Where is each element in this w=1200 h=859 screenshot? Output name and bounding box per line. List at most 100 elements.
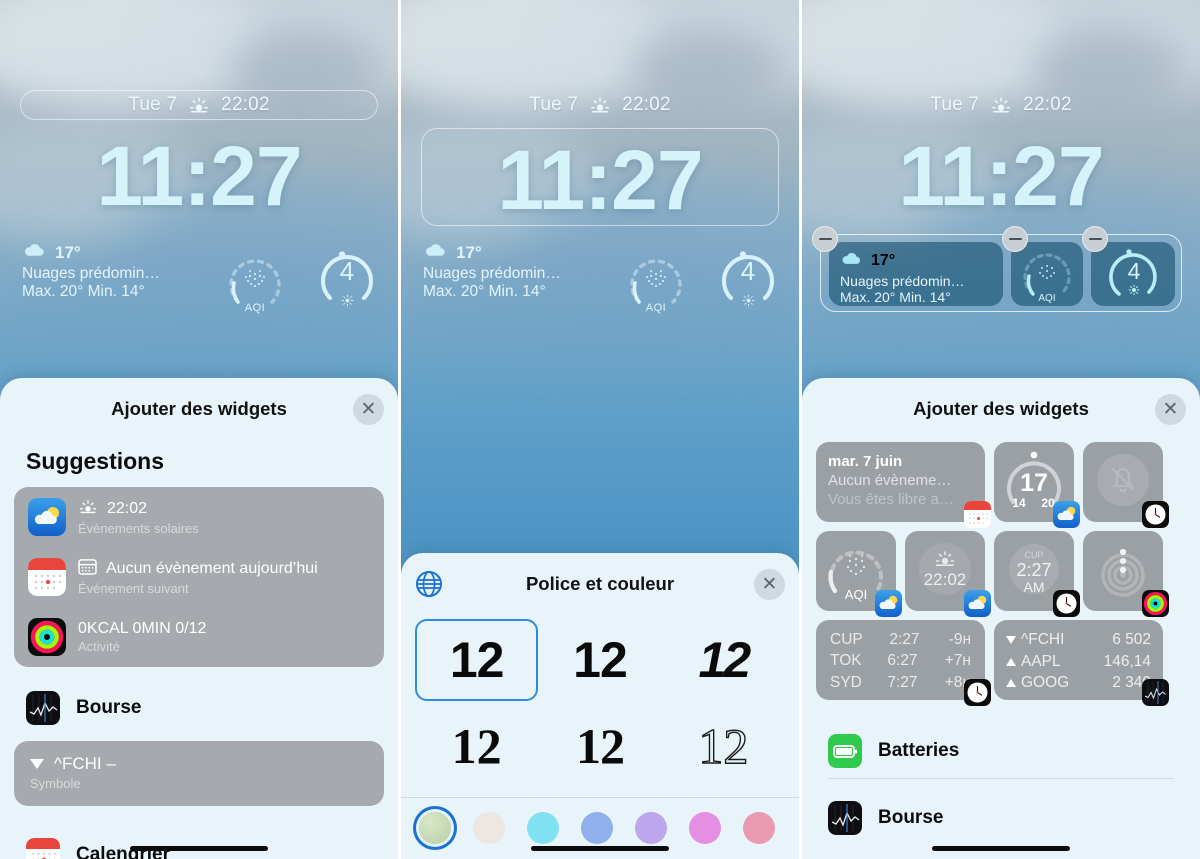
table-row: SYD 7:27 +8н: [830, 673, 971, 691]
close-icon[interactable]: ✕: [353, 394, 384, 425]
triangle-down-icon: [30, 759, 44, 769]
calendar-app-icon: [28, 558, 66, 596]
gallery-widget-sunrise[interactable]: 22:02: [905, 531, 991, 617]
gallery-widget-calendar[interactable]: mar. 7 juin Aucun évèneme… Vous êtes lib…: [816, 442, 991, 528]
gallery-widget-silent-mode[interactable]: [1083, 442, 1169, 528]
gallery-widget-world-clock-list[interactable]: CUP 2:27 -9н TOK 6:27 +7н SYD 7:27 +8н: [816, 620, 991, 706]
color-swatch[interactable]: [689, 812, 721, 844]
sunrise-time-value: 22:02: [924, 570, 967, 589]
close-icon[interactable]: ✕: [1155, 394, 1186, 425]
gallery-widget-temp-ring[interactable]: 17 14 20: [994, 442, 1080, 528]
triangle-up-icon: [1006, 657, 1016, 666]
sheet-title: Ajouter des widgets: [913, 398, 1089, 419]
home-indicator: [932, 846, 1070, 851]
sunrise-time-label: 22:02: [1023, 94, 1072, 115]
uv-widget[interactable]: 4: [717, 246, 779, 308]
suggestions-card: 22:02 Évènements solaires Aucun évènemen…: [14, 487, 384, 667]
weather-app-icon: [28, 498, 66, 536]
suggestions-heading: Suggestions: [26, 448, 165, 474]
date-pill[interactable]: Tue 7 22:02: [20, 90, 378, 120]
close-icon[interactable]: ✕: [754, 569, 785, 600]
color-swatch[interactable]: [473, 812, 505, 844]
remove-widget-button[interactable]: [1002, 226, 1028, 252]
date-pill[interactable]: Tue 7 22:02: [822, 90, 1180, 120]
app-row-batteries[interactable]: Batteries: [802, 724, 1200, 778]
suggestion-secondary: Événement suivant: [78, 581, 189, 596]
uv-widget[interactable]: 4: [316, 246, 378, 308]
font-option[interactable]: 12: [538, 619, 661, 701]
color-swatch-row: [401, 797, 799, 844]
sunrise-icon: [589, 96, 611, 114]
color-swatch[interactable]: [743, 812, 775, 844]
font-option[interactable]: 12: [662, 705, 785, 787]
list-item[interactable]: Aucun évènement aujourd’hui Événement su…: [14, 547, 384, 607]
gallery-widget-stocks-list[interactable]: ^FCHI 6 502 AAPL 146,14 GOOG 2 340: [994, 620, 1169, 706]
three-phone-screenshot-strip: Tue 7 22:02 11:27 17° Nuages prédomin… M…: [0, 0, 1200, 859]
aqi-widget[interactable]: AQI: [224, 250, 286, 314]
stock-symbol: ^FCHI –: [54, 754, 116, 773]
app-row-calendrier[interactable]: Calendrier: [0, 828, 398, 859]
gallery-widget-world-clock[interactable]: CUP 2:27 AM: [994, 531, 1080, 617]
weather-widget[interactable]: 17° Nuages prédomin… Max. 20° Min. 14°: [423, 242, 593, 301]
font-option[interactable]: 12: [415, 619, 539, 701]
lock-clock[interactable]: 11:27: [0, 128, 398, 225]
app-row-bourse[interactable]: Bourse: [0, 681, 398, 735]
lock-clock[interactable]: 11:27: [401, 132, 799, 229]
stock-suggestion-card[interactable]: ^FCHI – Symbole: [14, 741, 384, 806]
sheet-header: Police et couleur ✕: [401, 553, 799, 615]
cloud-icon: [423, 242, 447, 263]
sheet-header: Ajouter des widgets ✕: [0, 378, 398, 440]
batteries-app-icon: [828, 734, 862, 768]
color-swatch[interactable]: [419, 812, 451, 844]
color-swatch[interactable]: [581, 812, 613, 844]
weather-widget[interactable]: 17° Nuages prédomin… Max. 20° Min. 14°: [829, 242, 1003, 306]
add-widgets-sheet: Ajouter des widgets ✕ mar. 7 juin Aucun …: [802, 378, 1200, 859]
list-item[interactable]: 22:02 Évènements solaires: [14, 487, 384, 547]
gallery-widget-aqi[interactable]: AQI: [816, 531, 902, 617]
aqi-widget[interactable]: AQI: [1011, 242, 1083, 306]
weather-temp: 17°: [456, 242, 482, 262]
weather-temp: 17°: [871, 252, 896, 269]
font-color-sheet: Police et couleur ✕ 12 12 12 12 12 12: [401, 553, 799, 859]
gallery-widget-activity[interactable]: [1083, 531, 1169, 617]
uv-widget[interactable]: 4: [1091, 242, 1175, 306]
font-option[interactable]: 12: [415, 705, 538, 787]
cloud-wisp: [150, 0, 398, 100]
app-row-bourse[interactable]: Bourse: [802, 791, 1200, 845]
font-option[interactable]: 12: [538, 705, 661, 787]
color-swatch[interactable]: [635, 812, 667, 844]
globe-icon[interactable]: [415, 570, 443, 598]
stock-subtitle: Symbole: [30, 776, 81, 791]
color-swatch[interactable]: [527, 812, 559, 844]
svg-text:AQI: AQI: [1038, 293, 1055, 304]
date-label: Tue 7: [128, 94, 178, 115]
widget-gallery: mar. 7 juin Aucun évèneme… Vous êtes lib…: [802, 440, 1200, 708]
calendar-icon: [78, 558, 97, 580]
date-pill[interactable]: Tue 7 22:02: [421, 90, 779, 120]
sun-icon: [316, 294, 378, 310]
remove-widget-button[interactable]: [1082, 226, 1108, 252]
add-widgets-sheet: Ajouter des widgets ✕ Suggestions 22:02: [0, 378, 398, 859]
sunrise-icon: [188, 96, 210, 114]
aqi-widget[interactable]: AQI: [625, 250, 687, 314]
stocks-app-icon: [26, 691, 60, 725]
weather-condition: Nuages prédomin…: [22, 265, 160, 282]
table-row: CUP 2:27 -9н: [830, 631, 971, 648]
calendar-app-icon: [26, 838, 60, 859]
divider: [828, 778, 1174, 779]
clock-app-icon: [1142, 501, 1169, 528]
home-indicator: [130, 846, 268, 851]
list-item[interactable]: 0KCAL 0MIN 0/12 Activité: [14, 607, 384, 667]
date-label: Tue 7: [529, 94, 579, 115]
clock-app-icon: [1053, 590, 1080, 617]
calendar-line2: Aucun évèneme…: [828, 472, 952, 489]
stocks-app-icon: [828, 801, 862, 835]
font-option[interactable]: 12: [662, 619, 785, 701]
weather-widget[interactable]: 17° Nuages prédomin… Max. 20° Min. 14°: [22, 242, 192, 301]
aqi-gauge-icon: AQI: [1023, 253, 1071, 304]
remove-widget-button[interactable]: [812, 226, 838, 252]
table-row: TOK 6:27 +7н: [830, 652, 971, 670]
widget-row-edit-frame[interactable]: 17° Nuages prédomin… Max. 20° Min. 14° A…: [812, 226, 1182, 312]
app-name: Batteries: [878, 740, 960, 761]
lock-clock[interactable]: 11:27: [802, 128, 1200, 225]
